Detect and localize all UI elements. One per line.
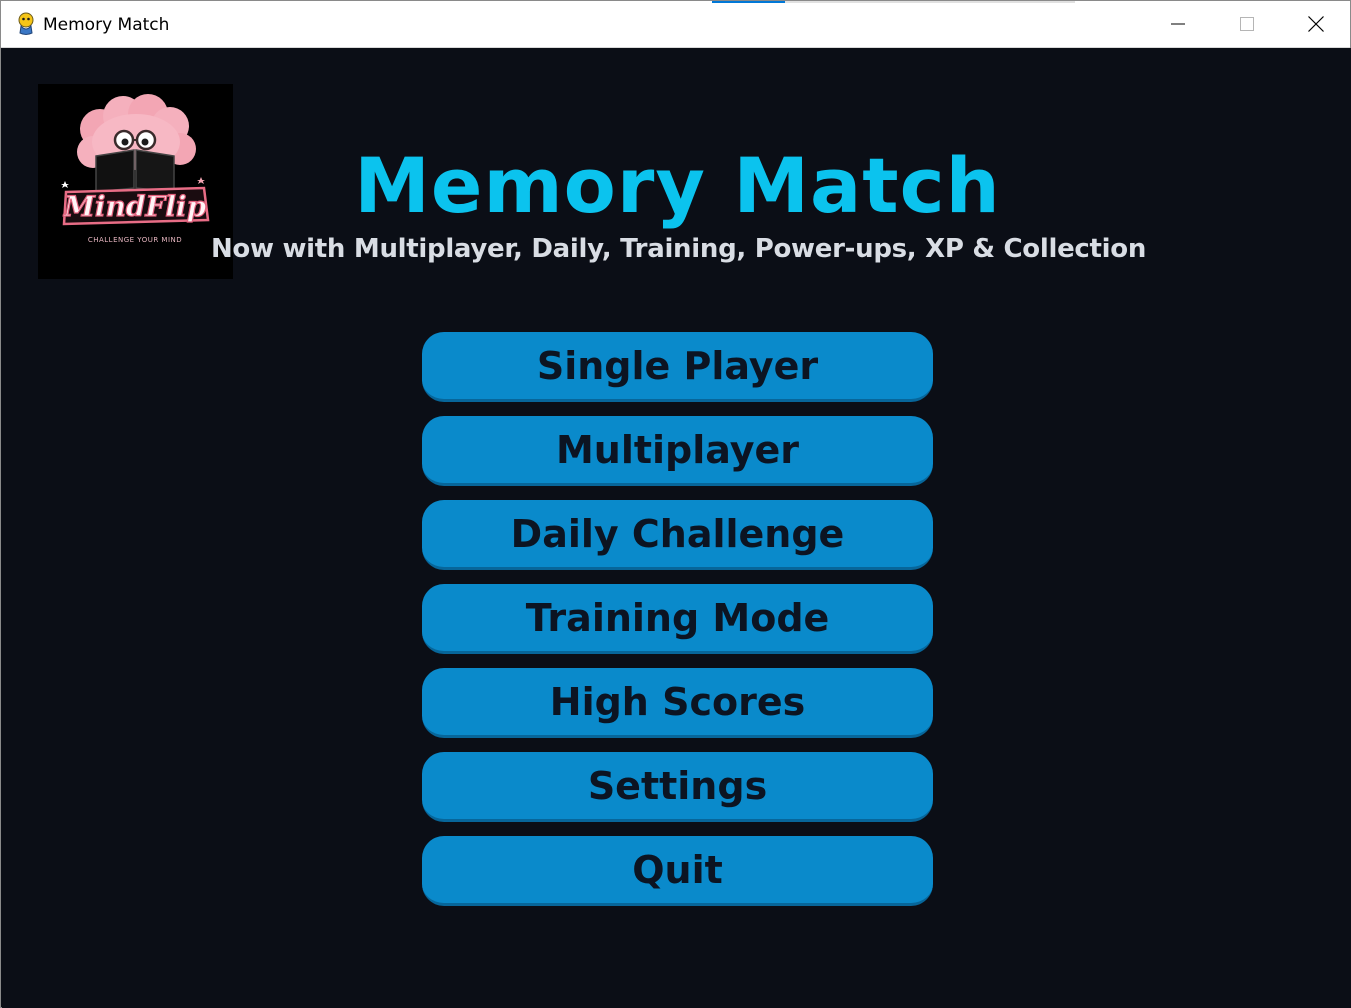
main-menu-screen: MindFlip CHALLENGE YOUR MIND Memory Matc… — [2, 48, 1351, 1008]
single-player-button[interactable]: Single Player — [422, 332, 933, 402]
minimize-icon — [1170, 23, 1185, 25]
daily-challenge-button[interactable]: Daily Challenge — [422, 500, 933, 570]
app-heading-text: Memory Match — [354, 141, 1001, 230]
close-button[interactable] — [1281, 1, 1350, 47]
feature-tagline: Now with Multiplayer, Daily, Training, P… — [210, 234, 1147, 264]
python-snake-icon — [18, 12, 34, 35]
settings-button[interactable]: Settings — [422, 752, 933, 822]
minimize-button[interactable] — [1143, 1, 1212, 47]
app-heading: Memory Match — [2, 136, 1351, 236]
maximize-button[interactable] — [1212, 1, 1281, 47]
window-title: Memory Match — [43, 15, 170, 35]
quit-button[interactable]: Quit — [422, 836, 933, 906]
app-window: Memory Match MindFlip CHALLENGE YOUR MIN… — [0, 0, 1351, 1008]
high-scores-button[interactable]: High Scores — [422, 668, 933, 738]
title-bar[interactable]: Memory Match — [1, 1, 1350, 48]
maximize-icon — [1239, 17, 1254, 31]
logo-tagline: CHALLENGE YOUR MIND — [88, 236, 182, 244]
close-icon — [1307, 16, 1324, 32]
title-bar-accent-secondary — [785, 1, 1075, 3]
title-bar-accent — [712, 1, 785, 3]
multiplayer-button[interactable]: Multiplayer — [422, 416, 933, 486]
training-mode-button[interactable]: Training Mode — [422, 584, 933, 654]
